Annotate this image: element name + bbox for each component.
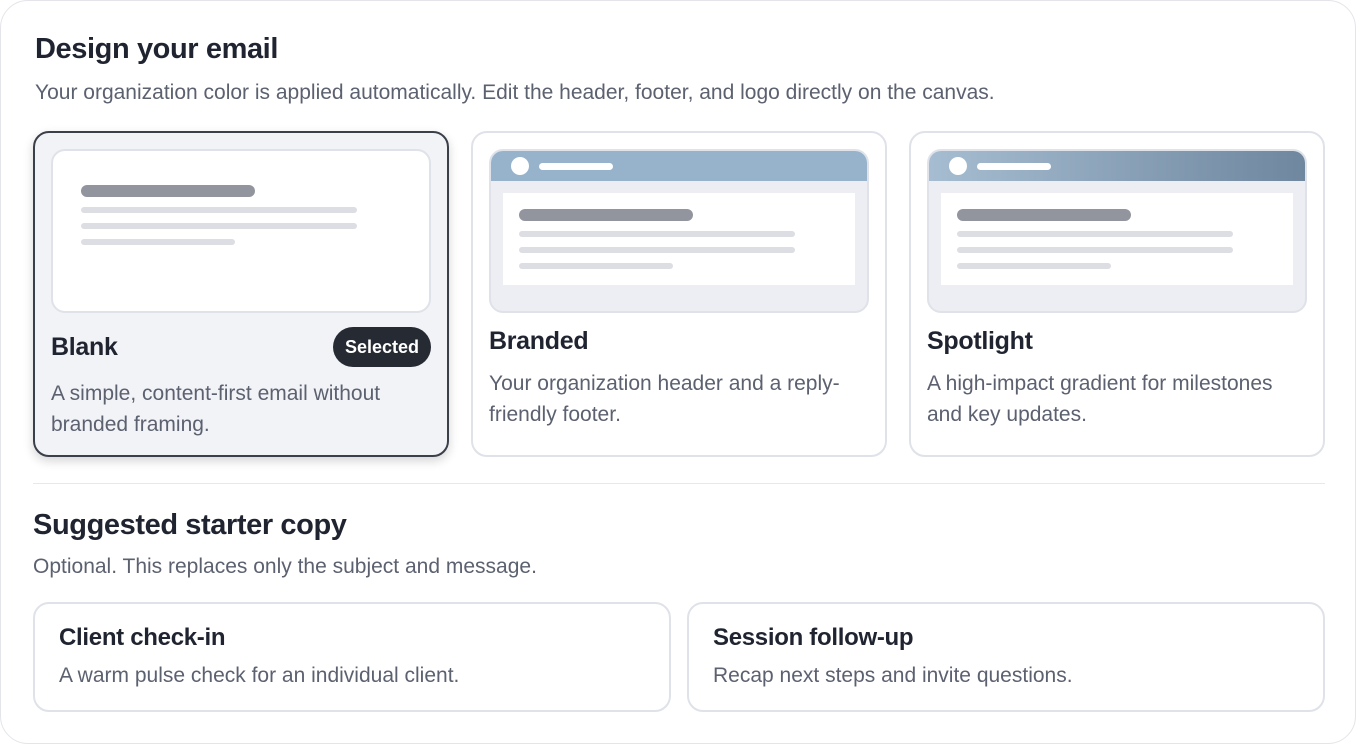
- starter-copy-description: A warm pulse check for an individual cli…: [59, 664, 460, 687]
- email-design-panel: Design your email Your organization colo…: [0, 0, 1356, 744]
- preview-text-line: [957, 263, 1111, 269]
- preview-body: [941, 193, 1293, 285]
- template-card-spotlight[interactable]: Spotlight A high-impact gradient for mil…: [909, 131, 1325, 457]
- section-subtitle-starter-copy: Optional. This replaces only the subject…: [33, 555, 537, 578]
- preview-header-line: [539, 163, 613, 170]
- preview-text-line: [957, 247, 1233, 253]
- preview-text-line: [519, 231, 795, 237]
- preview-logo-dot: [949, 157, 967, 175]
- template-description: Your organization header and a reply-fri…: [489, 372, 840, 426]
- template-preview-blank: [51, 149, 431, 313]
- preview-text-line: [519, 247, 795, 253]
- preview-header: [929, 151, 1305, 181]
- preview-heading-line: [519, 209, 693, 221]
- template-preview-branded: [489, 149, 869, 313]
- preview-logo-dot: [511, 157, 529, 175]
- preview-text-line: [81, 223, 357, 229]
- starter-copy-description: Recap next steps and invite questions.: [713, 664, 1073, 687]
- selected-badge: Selected: [333, 327, 431, 367]
- template-name: Spotlight: [927, 327, 1033, 355]
- preview-header-line: [977, 163, 1051, 170]
- preview-text-line: [519, 263, 673, 269]
- section-divider: [33, 483, 1325, 484]
- template-name: Blank: [51, 333, 118, 361]
- template-description: A simple, content-first email without br…: [51, 382, 381, 436]
- preview-text-line: [81, 239, 235, 245]
- template-card-branded[interactable]: Branded Your organization header and a r…: [471, 131, 887, 457]
- section-title-starter-copy: Suggested starter copy: [33, 509, 347, 541]
- template-name: Branded: [489, 327, 589, 355]
- section-subtitle-design: Your organization color is applied autom…: [35, 81, 995, 104]
- template-card-blank[interactable]: Blank Selected A simple, content-first e…: [33, 131, 449, 457]
- preview-heading-line: [957, 209, 1131, 221]
- starter-copy-option-client-check-in[interactable]: Client check-in A warm pulse check for a…: [33, 602, 671, 712]
- starter-copy-option-session-follow-up[interactable]: Session follow-up Recap next steps and i…: [687, 602, 1325, 712]
- section-title-design: Design your email: [35, 33, 278, 65]
- starter-copy-title: Client check-in: [59, 624, 226, 651]
- preview-text-line: [957, 231, 1233, 237]
- preview-heading-line: [81, 185, 255, 197]
- template-preview-spotlight: [927, 149, 1307, 313]
- preview-text-line: [81, 207, 357, 213]
- preview-body: [503, 193, 855, 285]
- preview-header: [491, 151, 867, 181]
- template-description: A high-impact gradient for milestones an…: [927, 372, 1273, 426]
- starter-copy-title: Session follow-up: [713, 624, 914, 651]
